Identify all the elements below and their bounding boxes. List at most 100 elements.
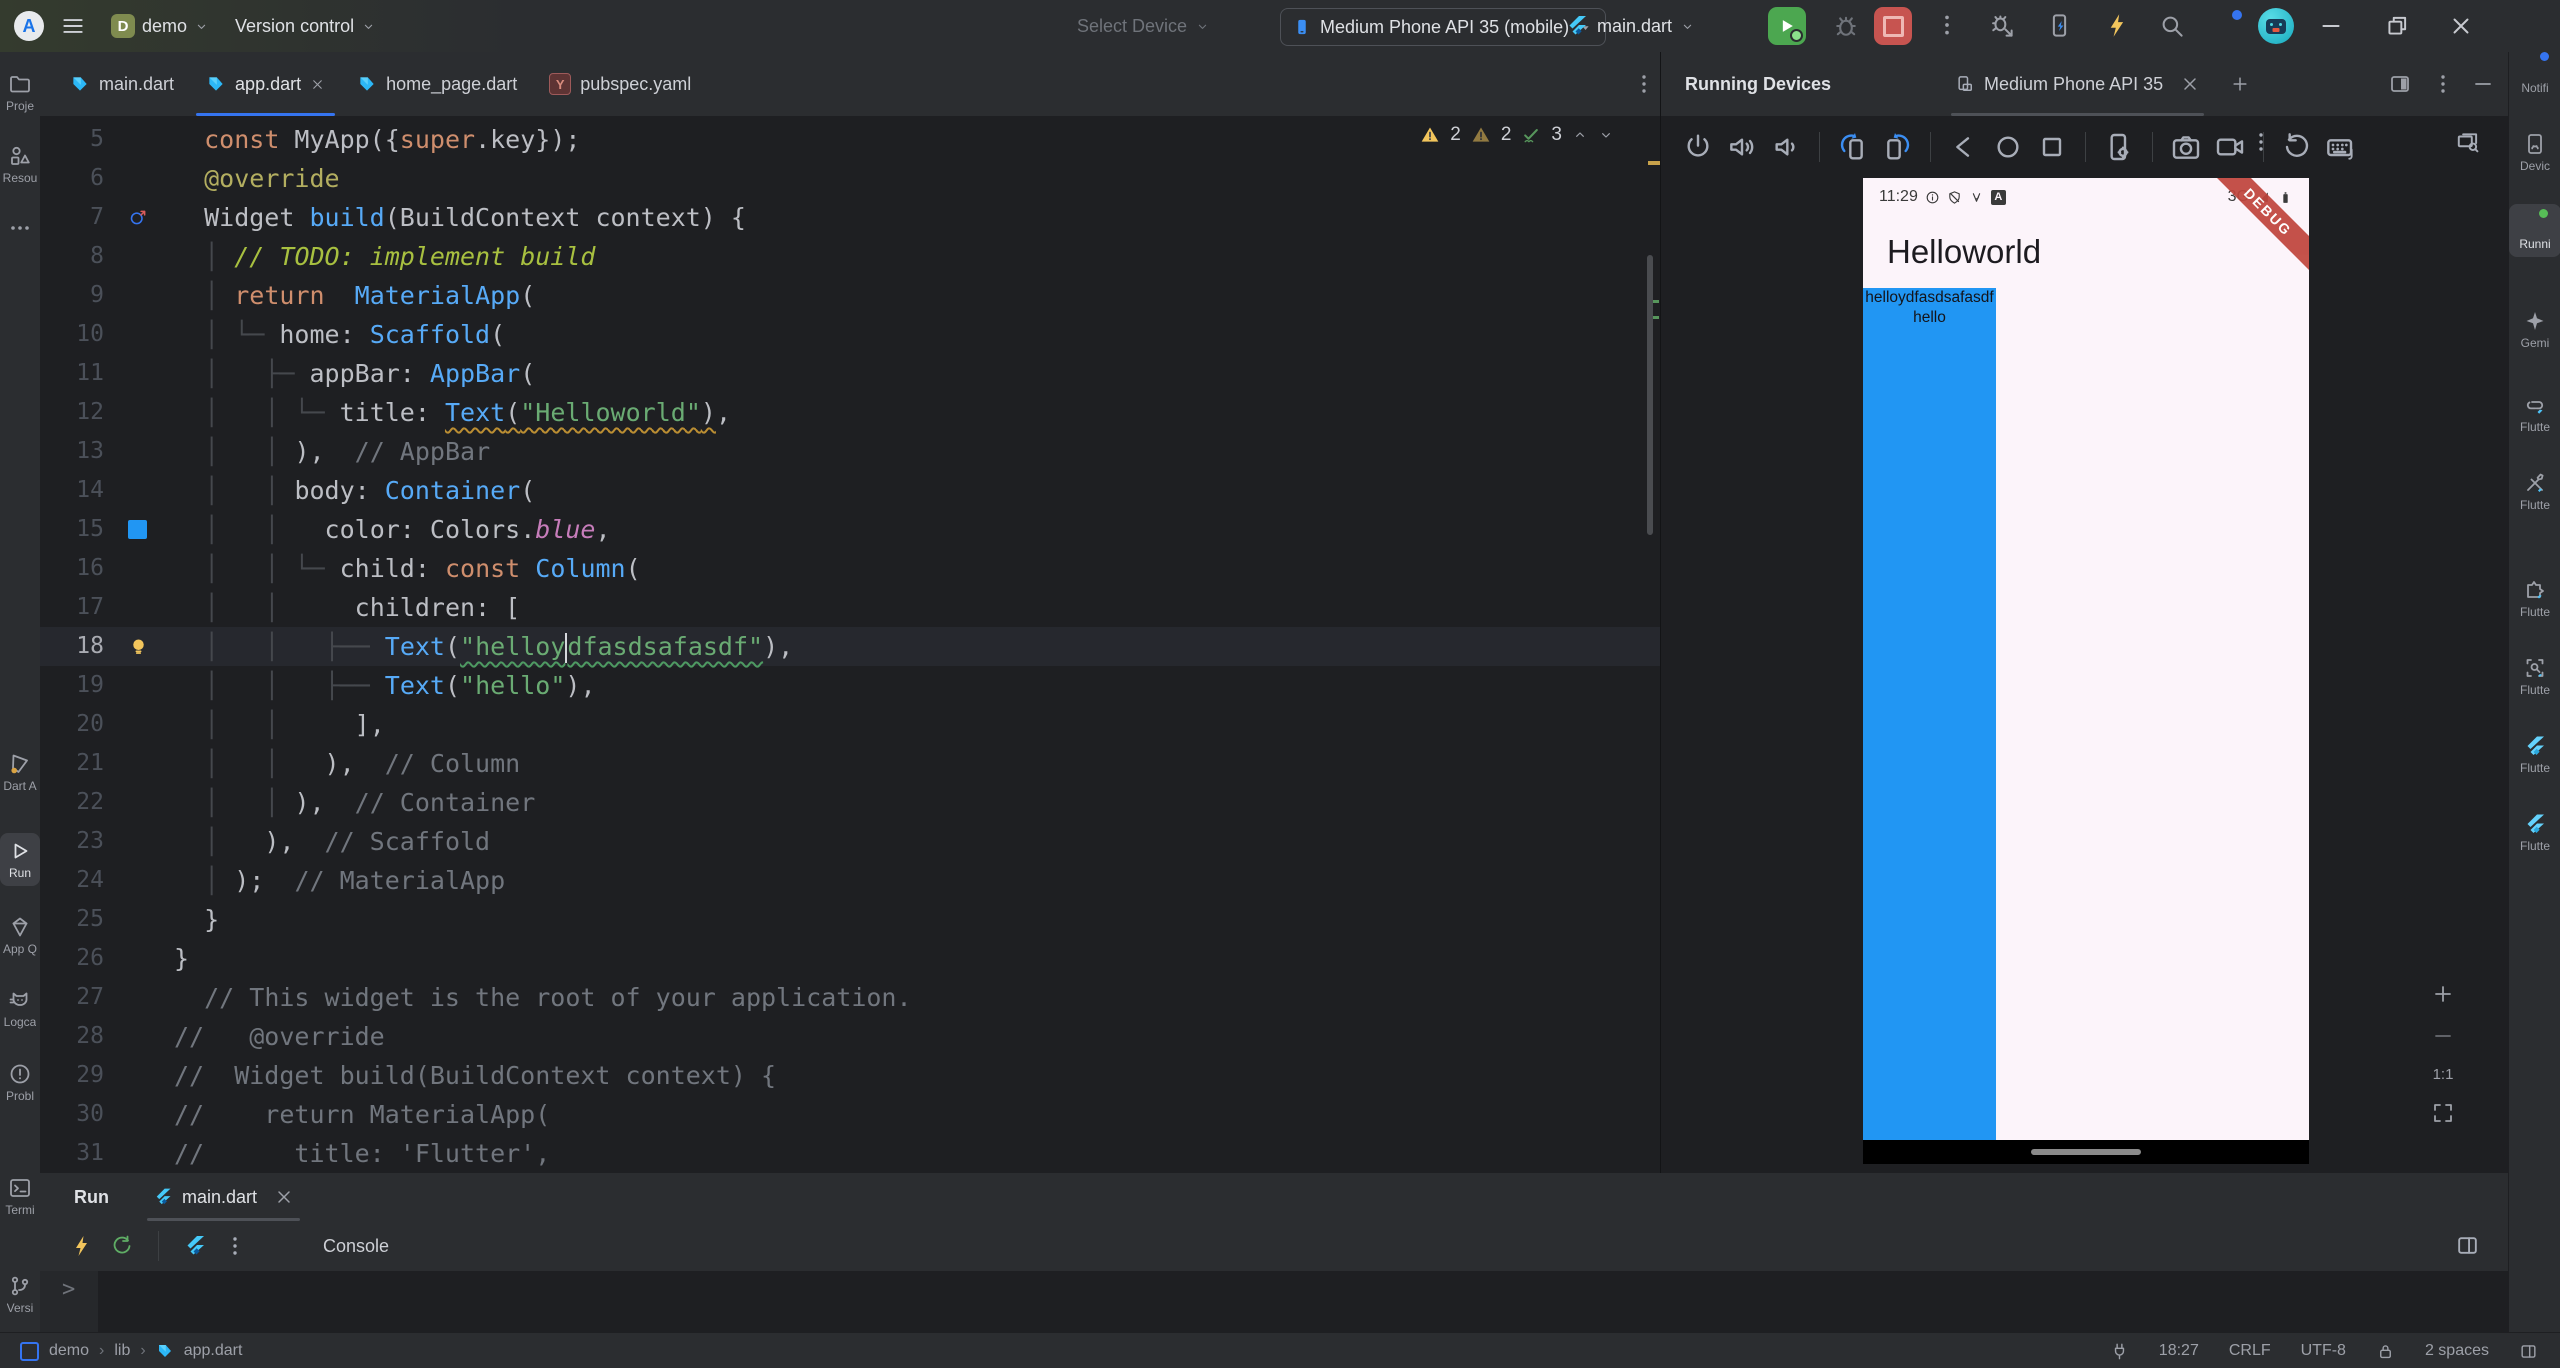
gemini-avatar-icon[interactable] (2258, 8, 2294, 44)
nav-overview-icon[interactable] (2033, 131, 2071, 163)
right-bar-item-gemi-3[interactable]: Gemi (2509, 309, 2560, 350)
console-tab-label[interactable]: Console (323, 1236, 389, 1257)
add-device-tab-icon[interactable] (2230, 74, 2250, 94)
line-number[interactable]: 10 (40, 315, 116, 354)
code-line[interactable]: 24 │ ); // MaterialApp (40, 861, 1660, 900)
vol-down-icon[interactable] (1767, 131, 1805, 163)
line-number[interactable]: 19 (40, 666, 116, 705)
device-tab[interactable]: Medium Phone API 35 (1951, 52, 2205, 116)
main-menu-icon[interactable] (60, 13, 86, 39)
line-number[interactable]: 12 (40, 393, 116, 432)
more-actions-icon[interactable] (1934, 12, 1960, 38)
code-line[interactable]: 17 │ │ children: [ (40, 588, 1660, 627)
left-bar-item-more[interactable] (0, 216, 40, 240)
intention-bulb-icon[interactable] (128, 636, 149, 657)
window-close-icon[interactable] (2448, 13, 2474, 39)
line-number[interactable]: 22 (40, 783, 116, 822)
line-number[interactable]: 31 (40, 1134, 116, 1173)
left-bar-item-resou[interactable]: Resou (0, 144, 40, 185)
line-number[interactable]: 5 (40, 120, 116, 159)
breadcrumb-file[interactable]: app.dart (184, 1342, 243, 1360)
line-number[interactable]: 26 (40, 939, 116, 978)
split-icon[interactable] (2519, 1342, 2538, 1361)
vol-up-icon[interactable] (1723, 131, 1761, 163)
line-number[interactable]: 29 (40, 1056, 116, 1095)
code-line[interactable]: 26} (40, 939, 1660, 978)
line-number[interactable]: 8 (40, 237, 116, 276)
line-number[interactable]: 15 (40, 510, 116, 549)
code-line[interactable]: 6 @override (40, 159, 1660, 198)
phone-nav-bar[interactable] (1863, 1140, 2309, 1164)
keyboard-icon[interactable] (2322, 131, 2360, 163)
flutter-tools-icon[interactable] (183, 1234, 207, 1258)
window-minimize-icon[interactable] (2318, 13, 2344, 39)
line-number[interactable]: 30 (40, 1095, 116, 1134)
hot-reload-icon[interactable] (2104, 12, 2131, 39)
left-bar-item-versi[interactable]: Versi (0, 1274, 40, 1315)
code-line[interactable]: 28// @override (40, 1017, 1660, 1056)
close-icon[interactable] (310, 77, 325, 92)
left-bar-item-logca[interactable]: Logca (0, 988, 40, 1029)
hot-reload-icon[interactable] (70, 1234, 94, 1258)
next-issue-icon[interactable] (1598, 127, 1614, 143)
console-output[interactable]: > (40, 1271, 2508, 1332)
code-line[interactable]: 25 } (40, 900, 1660, 939)
breadcrumb-folder[interactable]: lib (114, 1342, 130, 1360)
breadcrumb-project[interactable]: demo (49, 1342, 89, 1360)
code-line[interactable]: 11 │ ├─ appBar: AppBar( (40, 354, 1660, 393)
right-bar-item-flutte-7[interactable]: Flutte (2509, 656, 2560, 697)
line-number[interactable]: 17 (40, 588, 116, 627)
nav-home-icon[interactable] (1989, 131, 2027, 163)
line-number[interactable]: 13 (40, 432, 116, 471)
status-widget-18:27[interactable]: 18:27 (2159, 1342, 2199, 1360)
zoom-out-icon[interactable] (2431, 1024, 2455, 1048)
run-button[interactable] (1768, 7, 1806, 45)
attach-debugger-icon[interactable] (1988, 12, 2015, 39)
code-line[interactable]: 30// return MaterialApp( (40, 1095, 1660, 1134)
left-bar-item-dart-a[interactable]: Dart A (0, 752, 40, 793)
line-number[interactable]: 28 (40, 1017, 116, 1056)
code-line[interactable]: 19 │ │ ├── Text("hello"), (40, 666, 1660, 705)
line-number[interactable]: 20 (40, 705, 116, 744)
code-line[interactable]: 10 │ └─ home: Scaffold( (40, 315, 1660, 354)
code-line[interactable]: 12 │ │ └─ title: Text("Helloworld"), (40, 393, 1660, 432)
line-number[interactable]: 11 (40, 354, 116, 393)
nav-back-icon[interactable] (1945, 131, 1983, 163)
code-line[interactable]: 22 │ │ ), // Container (40, 783, 1660, 822)
run-tab[interactable]: main.dart (146, 1173, 301, 1221)
video-icon[interactable] (2211, 131, 2249, 163)
device-selector[interactable]: Medium Phone API 35 (mobile) (1280, 8, 1607, 46)
line-number[interactable]: 25 (40, 900, 116, 939)
code-line[interactable]: 31// title: 'Flutter', (40, 1134, 1660, 1173)
code-line[interactable]: 15 │ │ color: Colors.blue, (40, 510, 1660, 549)
line-number[interactable]: 14 (40, 471, 116, 510)
line-number[interactable]: 7 (40, 198, 116, 237)
inspections-widget[interactable]: 2 2 3 (1420, 124, 1614, 146)
line-number[interactable]: 9 (40, 276, 116, 315)
phone-settings-icon[interactable] (2100, 131, 2138, 163)
left-bar-item-app-q[interactable]: App Q (0, 915, 40, 956)
run-more-icon[interactable] (223, 1234, 247, 1258)
close-icon[interactable] (274, 1187, 294, 1207)
close-icon[interactable] (2180, 74, 2200, 94)
color-swatch-blue[interactable] (128, 520, 147, 539)
right-bar-item-flutte-9[interactable]: Flutte (2509, 812, 2560, 853)
panel-more-icon[interactable] (2431, 72, 2455, 96)
plug-icon[interactable] (2110, 1342, 2129, 1361)
fit-to-window-icon[interactable] (2431, 1101, 2455, 1125)
right-bar-item-flutte-6[interactable]: Flutte (2509, 578, 2560, 619)
panel-hide-icon[interactable] (2471, 72, 2495, 96)
code-line[interactable]: 27 // This widget is the root of your ap… (40, 978, 1660, 1017)
editor-scrollbar[interactable] (1647, 255, 1653, 535)
line-number[interactable]: 24 (40, 861, 116, 900)
hot-restart-icon[interactable] (110, 1234, 134, 1258)
status-widget-crlf[interactable]: CRLF (2229, 1342, 2271, 1360)
power-icon[interactable] (1679, 131, 1717, 163)
camera-icon[interactable] (2167, 131, 2205, 163)
status-widget-2-spaces[interactable]: 2 spaces (2425, 1342, 2489, 1360)
prev-issue-icon[interactable] (1572, 127, 1588, 143)
editor-tab-app.dart[interactable]: app.dart (190, 52, 341, 116)
gesture-pill[interactable] (2031, 1149, 2141, 1155)
device-mirror-icon[interactable] (2046, 12, 2073, 39)
override-marker-icon[interactable] (128, 207, 149, 228)
